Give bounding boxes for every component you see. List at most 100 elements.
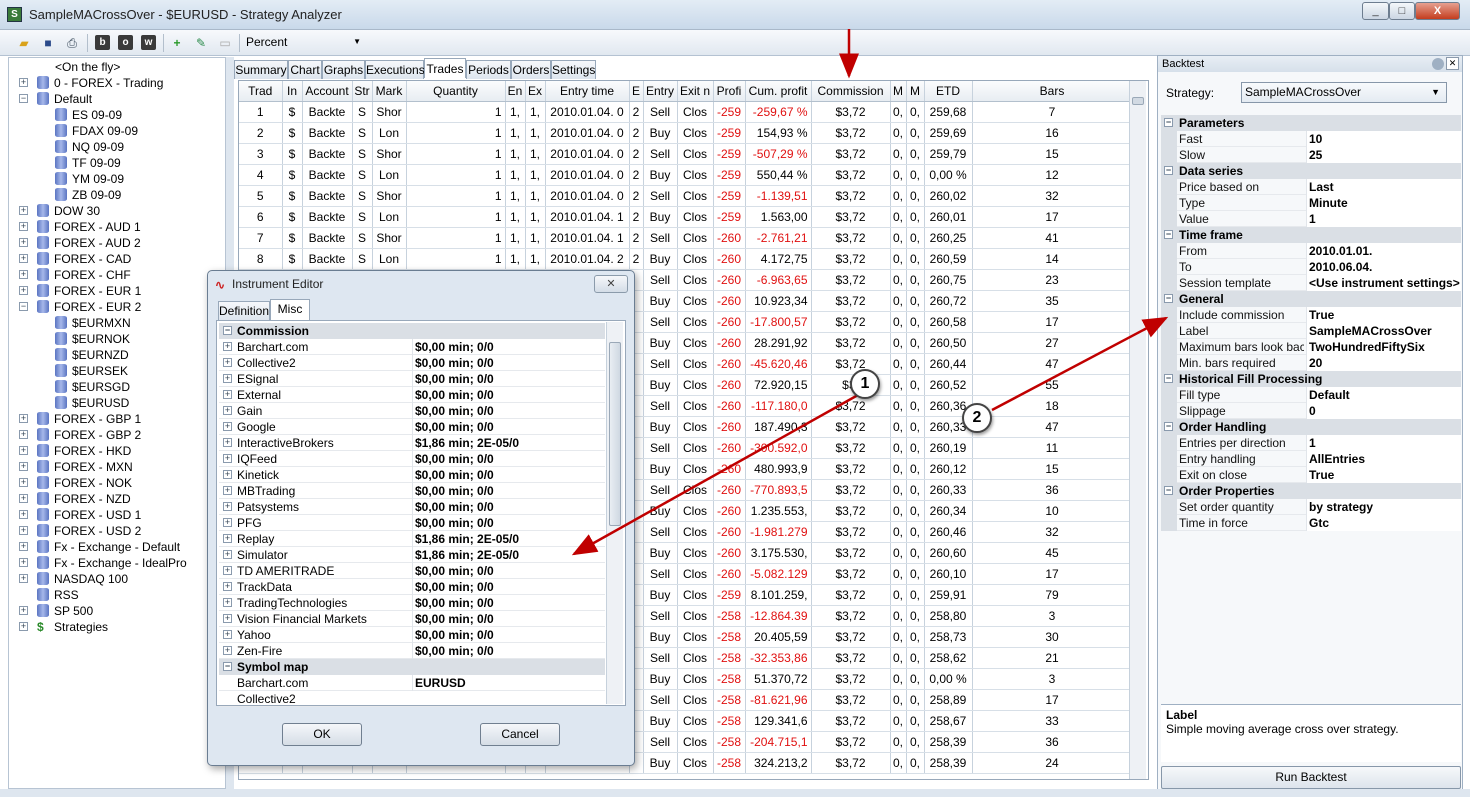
property-value[interactable]: 10: [1306, 131, 1461, 147]
commission-row[interactable]: + External $0,00 min; 0/0: [219, 387, 605, 403]
property-category[interactable]: − Order Properties: [1161, 483, 1461, 499]
column-header[interactable]: En: [505, 81, 526, 102]
symbol-map-category[interactable]: − Symbol map: [219, 659, 605, 675]
strategy-dropdown[interactable]: SampleMACrossOver ▼: [1241, 82, 1447, 103]
column-header[interactable]: Str: [352, 81, 373, 102]
expand-icon[interactable]: +: [19, 494, 28, 503]
commission-row[interactable]: + Simulator $1,86 min; 2E-05/0: [219, 547, 605, 563]
commission-value[interactable]: $1,86 min; 2E-05/0: [412, 531, 605, 547]
expand-icon[interactable]: +: [19, 78, 28, 87]
property-row[interactable]: Maximum bars look back TwoHundredFiftySix: [1161, 339, 1461, 355]
column-header[interactable]: Commission: [811, 81, 891, 102]
commission-value[interactable]: $0,00 min; 0/0: [412, 563, 605, 579]
tab-executions[interactable]: Executions: [365, 60, 425, 79]
property-row[interactable]: To 2010.06.04.: [1161, 259, 1461, 275]
commission-value[interactable]: $1,86 min; 2E-05/0: [412, 435, 605, 451]
tab-summary[interactable]: Summary: [234, 60, 288, 79]
delete-icon[interactable]: ▭: [216, 34, 234, 52]
expand-icon[interactable]: +: [223, 406, 232, 415]
property-category[interactable]: − General: [1161, 291, 1461, 307]
commission-value[interactable]: $0,00 min; 0/0: [412, 419, 605, 435]
collapse-icon[interactable]: −: [1164, 166, 1173, 175]
property-row[interactable]: Slippage 0: [1161, 403, 1461, 419]
collapse-icon[interactable]: −: [223, 662, 232, 671]
column-header[interactable]: M: [890, 81, 907, 102]
property-row[interactable]: Time in force Gtc: [1161, 515, 1461, 531]
expand-icon[interactable]: +: [223, 614, 232, 623]
collapse-icon[interactable]: −: [223, 326, 232, 335]
commission-value[interactable]: $0,00 min; 0/0: [412, 467, 605, 483]
expand-icon[interactable]: +: [223, 566, 232, 575]
commission-row[interactable]: + MBTrading $0,00 min; 0/0: [219, 483, 605, 499]
property-row[interactable]: Include commission True: [1161, 307, 1461, 323]
close-button[interactable]: X: [1415, 2, 1460, 20]
expand-icon[interactable]: +: [223, 486, 232, 495]
expand-icon[interactable]: +: [223, 358, 232, 367]
commission-row[interactable]: + Zen-Fire $0,00 min; 0/0: [219, 643, 605, 659]
open-folder-icon[interactable]: ▰: [15, 34, 33, 52]
column-header[interactable]: Ex: [525, 81, 546, 102]
expand-icon[interactable]: +: [19, 542, 28, 551]
dialog-scrollbar[interactable]: [606, 322, 623, 704]
property-value[interactable]: 1: [1306, 435, 1461, 451]
close-icon[interactable]: ✕: [1446, 57, 1459, 70]
expand-icon[interactable]: +: [19, 446, 28, 455]
commission-value[interactable]: $0,00 min; 0/0: [412, 499, 605, 515]
property-value[interactable]: Default: [1306, 387, 1461, 403]
property-row[interactable]: Value 1: [1161, 211, 1461, 227]
commission-value[interactable]: $0,00 min; 0/0: [412, 403, 605, 419]
expand-icon[interactable]: +: [19, 606, 28, 615]
column-header[interactable]: Quantity: [406, 81, 506, 102]
commission-category[interactable]: − Commission: [219, 323, 605, 339]
property-value[interactable]: 2010.01.01.: [1306, 243, 1461, 259]
scrollbar-thumb[interactable]: [1132, 97, 1144, 105]
table-row[interactable]: 3 $ Backte S Shor 1 1, 1, 2010.01.04. 0 2 Sell Clos…: [239, 143, 1133, 165]
run-backtest-button[interactable]: Run Backtest: [1161, 766, 1461, 789]
maximize-button[interactable]: □: [1389, 2, 1415, 20]
collapse-icon[interactable]: −: [19, 302, 28, 311]
table-row[interactable]: 1 $ Backte S Shor 1 1, 1, 2010.01.04. 0 2 Sell Clos…: [239, 101, 1133, 123]
expand-icon[interactable]: +: [223, 422, 232, 431]
column-header[interactable]: Account: [302, 81, 353, 102]
expand-icon[interactable]: +: [19, 526, 28, 535]
property-row[interactable]: From 2010.01.01.: [1161, 243, 1461, 259]
expand-icon[interactable]: +: [223, 342, 232, 351]
column-header[interactable]: Profi: [713, 81, 746, 102]
commission-value[interactable]: $0,00 min; 0/0: [412, 611, 605, 627]
property-row[interactable]: Slow 25: [1161, 147, 1461, 163]
table-row[interactable]: 7 $ Backte S Shor 1 1, 1, 2010.01.04. 1 2 Sell Clos…: [239, 227, 1133, 249]
collapse-icon[interactable]: −: [1164, 422, 1173, 431]
commission-row[interactable]: + Patsystems $0,00 min; 0/0: [219, 499, 605, 515]
column-header[interactable]: M: [906, 81, 925, 102]
expand-icon[interactable]: +: [223, 550, 232, 559]
print-icon[interactable]: ⎙: [63, 34, 81, 52]
minimize-button[interactable]: _: [1362, 2, 1389, 20]
commission-row[interactable]: + IQFeed $0,00 min; 0/0: [219, 451, 605, 467]
commission-row[interactable]: + ESignal $0,00 min; 0/0: [219, 371, 605, 387]
commission-value[interactable]: $0,00 min; 0/0: [412, 627, 605, 643]
o-icon[interactable]: o: [118, 35, 133, 50]
property-category[interactable]: − Parameters: [1161, 115, 1461, 131]
column-header[interactable]: Mark: [372, 81, 407, 102]
commission-value[interactable]: $0,00 min; 0/0: [412, 643, 605, 659]
column-header[interactable]: E: [629, 81, 644, 102]
pin-icon[interactable]: [1432, 58, 1444, 70]
table-row[interactable]: 5 $ Backte S Shor 1 1, 1, 2010.01.04. 0 2 Sell Clos…: [239, 185, 1133, 207]
display-unit-dropdown[interactable]: Percent ▼: [243, 33, 363, 51]
commission-row[interactable]: + TD AMERITRADE $0,00 min; 0/0: [219, 563, 605, 579]
column-header[interactable]: Entry time: [545, 81, 630, 102]
column-header[interactable]: Entry: [643, 81, 678, 102]
expand-icon[interactable]: +: [19, 558, 28, 567]
symbol-map-row[interactable]: Barchart.com EURUSD: [219, 675, 605, 691]
commission-row[interactable]: + Google $0,00 min; 0/0: [219, 419, 605, 435]
tab-definition[interactable]: Definition: [218, 301, 270, 320]
edit-icon[interactable]: ✎: [192, 34, 210, 52]
commission-row[interactable]: + Vision Financial Markets $0,00 min; 0/0: [219, 611, 605, 627]
expand-icon[interactable]: +: [19, 574, 28, 583]
tab-trades[interactable]: Trades: [424, 58, 466, 78]
commission-row[interactable]: + Collective2 $0,00 min; 0/0: [219, 355, 605, 371]
commission-row[interactable]: + TradingTechnologies $0,00 min; 0/0: [219, 595, 605, 611]
tab-periods[interactable]: Periods: [466, 60, 511, 79]
property-category[interactable]: − Data series: [1161, 163, 1461, 179]
expand-icon[interactable]: +: [223, 390, 232, 399]
